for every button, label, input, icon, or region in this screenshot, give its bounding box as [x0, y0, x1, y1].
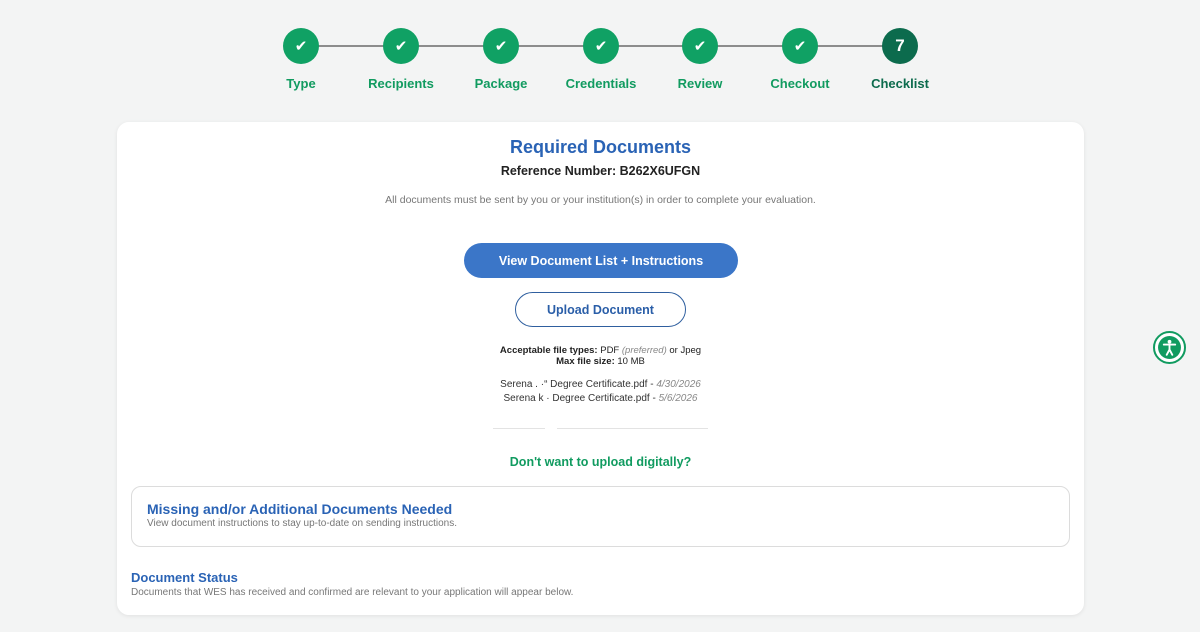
- uploaded-files-list: Serena . ·“ Degree Certificate.pdf - 4/3…: [117, 378, 1084, 406]
- step-label: Checklist: [871, 76, 929, 91]
- checkmark-icon: ✔: [782, 28, 818, 64]
- step-recipients[interactable]: ✔ Recipients: [346, 28, 456, 91]
- file-requirements: Acceptable file types: PDF (preferred) o…: [117, 345, 1084, 367]
- file-types-preferred: (preferred): [621, 345, 667, 356]
- reference-number: Reference Number: B262X6UFGN: [500, 164, 701, 178]
- max-size-label: Max file size:: [556, 356, 615, 367]
- step-label: Credentials: [565, 76, 637, 91]
- view-document-list-button[interactable]: View Document List + Instructions: [464, 243, 738, 278]
- file-date: 5/6/2026: [658, 393, 698, 404]
- page-title: Required Documents: [509, 137, 692, 157]
- uploaded-file[interactable]: Serena k · Degree Certificate.pdf - 5/6/…: [117, 392, 1084, 406]
- file-types-alt: or Jpeg: [669, 345, 702, 356]
- step-checkout[interactable]: ✔ Checkout: [745, 28, 855, 91]
- document-status-title: Document Status: [131, 570, 238, 585]
- step-label: Package: [474, 76, 528, 91]
- checkmark-icon: ✔: [583, 28, 619, 64]
- document-status-subtext: Documents that WES has received and conf…: [131, 587, 574, 598]
- step-credentials[interactable]: ✔ Credentials: [546, 28, 656, 91]
- required-documents-card: Required Documents Reference Number: B26…: [117, 122, 1084, 615]
- file-name: Serena k · Degree Certificate.pdf -: [503, 393, 656, 404]
- uploaded-file[interactable]: Serena . ·“ Degree Certificate.pdf - 4/3…: [117, 378, 1084, 392]
- max-size-value: 10 MB: [617, 356, 645, 367]
- file-name: Serena . ·“ Degree Certificate.pdf -: [500, 379, 654, 390]
- missing-documents-title: Missing and/or Additional Documents Need…: [147, 501, 453, 517]
- step-label: Recipients: [368, 76, 434, 91]
- divider: [557, 428, 708, 429]
- step-label: Checkout: [770, 76, 830, 91]
- file-date: 4/30/2026: [656, 379, 701, 390]
- no-upload-link[interactable]: Don't want to upload digitally?: [117, 455, 1084, 469]
- checkmark-icon: ✔: [682, 28, 718, 64]
- missing-documents-subtext: View document instructions to stay up-to…: [147, 518, 457, 529]
- accessibility-icon[interactable]: [1153, 331, 1186, 364]
- progress-stepper: ✔ Type ✔ Recipients ✔ Package ✔ Credenti…: [0, 28, 1200, 98]
- step-package[interactable]: ✔ Package: [446, 28, 556, 91]
- accessibility-figure: [1158, 336, 1181, 359]
- step-number: 7: [882, 28, 918, 64]
- step-checklist[interactable]: 7 Checklist: [845, 28, 955, 91]
- checkmark-icon: ✔: [483, 28, 519, 64]
- file-types-label: Acceptable file types:: [499, 345, 598, 356]
- step-label: Review: [677, 76, 723, 91]
- missing-documents-panel: Missing and/or Additional Documents Need…: [131, 486, 1070, 547]
- checkmark-icon: ✔: [283, 28, 319, 64]
- step-type[interactable]: ✔ Type: [246, 28, 356, 91]
- checkmark-icon: ✔: [383, 28, 419, 64]
- file-types-value: PDF: [600, 345, 620, 356]
- upload-document-button[interactable]: Upload Document: [515, 292, 686, 327]
- step-label: Type: [286, 76, 316, 91]
- divider: [493, 428, 545, 429]
- instructions-text: All documents must be sent by you or you…: [385, 194, 816, 206]
- step-review[interactable]: ✔ Review: [645, 28, 755, 91]
